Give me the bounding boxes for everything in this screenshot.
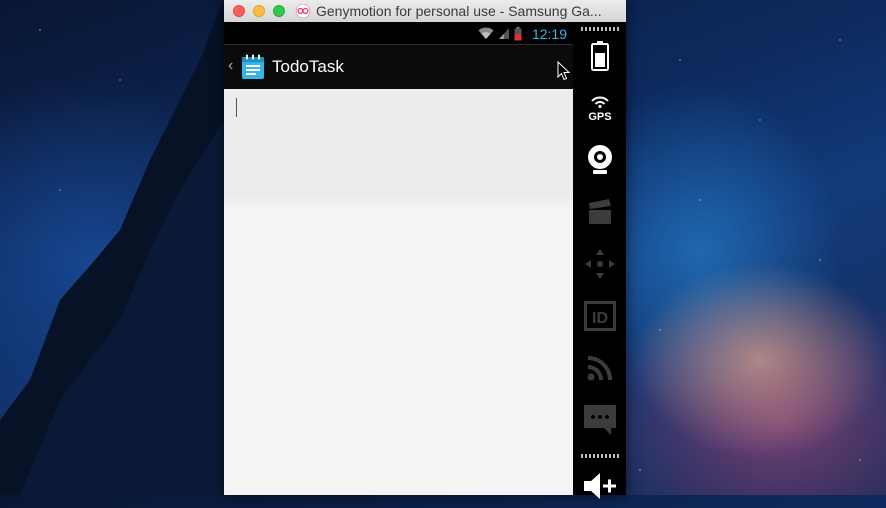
text-cursor <box>236 98 237 117</box>
notepad-icon[interactable] <box>240 54 266 80</box>
close-button[interactable] <box>233 5 245 17</box>
mouse-pointer-icon <box>557 61 570 81</box>
remote-control-widget-button[interactable] <box>573 242 626 286</box>
svg-text:GPS: GPS <box>588 111 611 122</box>
maximize-button[interactable] <box>273 5 285 17</box>
task-content-area <box>224 89 573 495</box>
status-clock: 12:19 <box>531 25 567 42</box>
window-titlebar[interactable]: Genymotion for personal use - Samsung Ga… <box>224 0 626 23</box>
up-caret-icon[interactable]: ‹ <box>228 57 233 75</box>
window-title: Genymotion for personal use - Samsung Ga… <box>316 3 602 19</box>
genymotion-widget-sidebar: GPS ID <box>573 22 626 499</box>
genymotion-logo-icon <box>295 4 311 18</box>
app-title: TodoTask <box>272 57 344 76</box>
android-status-bar: 12:19 <box>224 22 573 45</box>
genymotion-window: Genymotion for personal use - Samsung Ga… <box>224 0 626 499</box>
clapperboard-icon <box>588 199 611 224</box>
wallpaper-rock-formation <box>0 0 224 495</box>
gps-widget-button[interactable]: GPS <box>573 86 626 130</box>
network-widget-button[interactable] <box>573 346 626 390</box>
battery-widget-button[interactable] <box>573 34 626 78</box>
signal-icon <box>498 28 509 39</box>
android-screen: 12:19 ‹ TodoTask <box>224 22 573 495</box>
volume-up-icon <box>583 473 616 499</box>
sidebar-grip-top <box>581 27 619 31</box>
rss-icon <box>587 356 612 381</box>
device-id-widget-button[interactable]: ID <box>573 294 626 338</box>
wifi-icon <box>478 27 494 39</box>
app-action-bar: ‹ TodoTask <box>224 45 573 89</box>
sms-widget-button[interactable] <box>573 398 626 442</box>
sidebar-grip-bottom <box>581 454 619 458</box>
minimize-button[interactable] <box>253 5 265 17</box>
svg-text:ID: ID <box>592 310 608 327</box>
dpad-icon <box>584 249 615 279</box>
volume-up-widget-button[interactable] <box>573 464 626 508</box>
task-edit-field[interactable] <box>232 95 562 119</box>
message-icon <box>583 405 616 435</box>
gps-icon: GPS <box>588 96 611 122</box>
camera-widget-button[interactable] <box>573 138 626 182</box>
battery-icon <box>514 26 522 40</box>
screencast-widget-button[interactable] <box>573 190 626 234</box>
id-icon: ID <box>583 301 616 331</box>
battery-icon <box>590 41 609 71</box>
webcam-icon <box>587 145 612 174</box>
